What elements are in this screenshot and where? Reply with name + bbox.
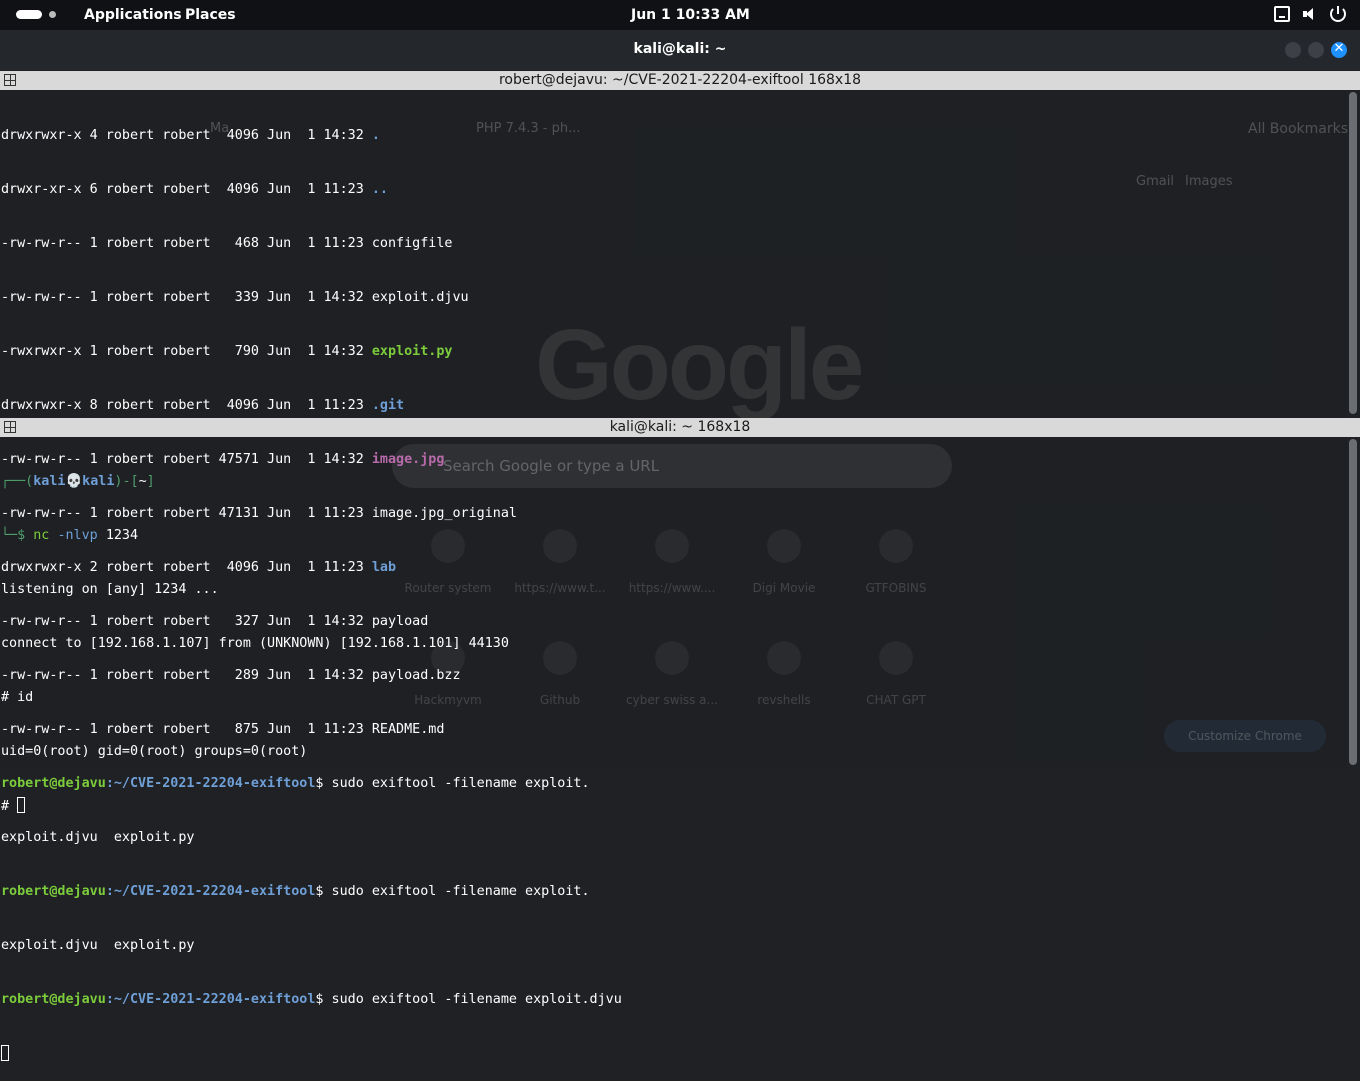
clock[interactable]: Jun 1 10:33 AM	[631, 7, 750, 23]
listing-line: -rw-rw-r-- 1 robert robert 339 Jun 1 14:…	[1, 290, 469, 305]
terminal-cursor[interactable]	[17, 797, 26, 813]
window-titlebar[interactable]: kali@kali: ~ ✕	[0, 30, 1360, 70]
output-line: uid=0(root) gid=0(root) groups=0(root)	[1, 744, 308, 759]
output-line: listening on [any] 1234 ...	[1, 582, 219, 597]
kali-prompt-line2: └─$ nc -nlvp 1234	[1, 528, 139, 543]
close-icon: ✕	[1333, 41, 1345, 56]
power-icon[interactable]	[1330, 6, 1346, 22]
output-line: connect to [192.168.1.107] from (UNKNOWN…	[1, 636, 509, 651]
scrollbar[interactable]	[1349, 439, 1357, 765]
cursor-line	[1, 1045, 622, 1063]
applications-menu[interactable]: Applications	[84, 7, 182, 23]
listing-line: drwxr-xr-x 6 robert robert 4096 Jun 1 11…	[1, 182, 388, 197]
root-prompt-line: #	[1, 797, 509, 815]
minimize-button[interactable]	[1285, 42, 1301, 58]
listing-line: drwxrwxr-x 8 robert robert 4096 Jun 1 11…	[1, 398, 405, 413]
root-command-line: # id	[1, 690, 34, 705]
workspace-dot-icon	[49, 11, 56, 18]
volume-icon[interactable]	[1302, 6, 1318, 22]
top-panel: Applications Places Jun 1 10:33 AM	[0, 0, 1360, 30]
terminal-cursor[interactable]	[1, 1045, 9, 1061]
close-button[interactable]: ✕	[1331, 41, 1347, 58]
terminal-output: ┌──(kali💀kali)-[~] └─$ nc -nlvp 1234 lis…	[1, 437, 509, 833]
prompt-line: robert@dejavu:~/CVE-2021-22204-exiftool$…	[1, 992, 622, 1007]
workspace-active-icon	[16, 10, 42, 19]
places-menu[interactable]: Places	[185, 7, 236, 23]
keyboard-icon[interactable]	[1274, 6, 1290, 22]
output-line: exploit.djvu exploit.py	[1, 938, 195, 953]
prompt-line: robert@dejavu:~/CVE-2021-22204-exiftool$…	[1, 884, 590, 899]
window-title: kali@kali: ~	[633, 41, 727, 57]
terminal-pane-top-header[interactable]: robert@dejavu: ~/CVE-2021-22204-exiftool…	[0, 71, 1360, 90]
listing-line: drwxrwxr-x 4 robert robert 4096 Jun 1 14…	[1, 128, 380, 143]
scrollbar[interactable]	[1349, 92, 1357, 414]
listing-line: -rw-rw-r-- 1 robert robert 468 Jun 1 11:…	[1, 236, 453, 251]
maximize-button[interactable]	[1308, 42, 1324, 58]
kali-prompt-line1: ┌──(kali💀kali)-[~]	[1, 474, 155, 489]
listing-line: -rwxrwxr-x 1 robert robert 790 Jun 1 14:…	[1, 344, 453, 359]
system-tray	[1274, 6, 1346, 22]
pane-title: robert@dejavu: ~/CVE-2021-22204-exiftool…	[498, 72, 862, 88]
